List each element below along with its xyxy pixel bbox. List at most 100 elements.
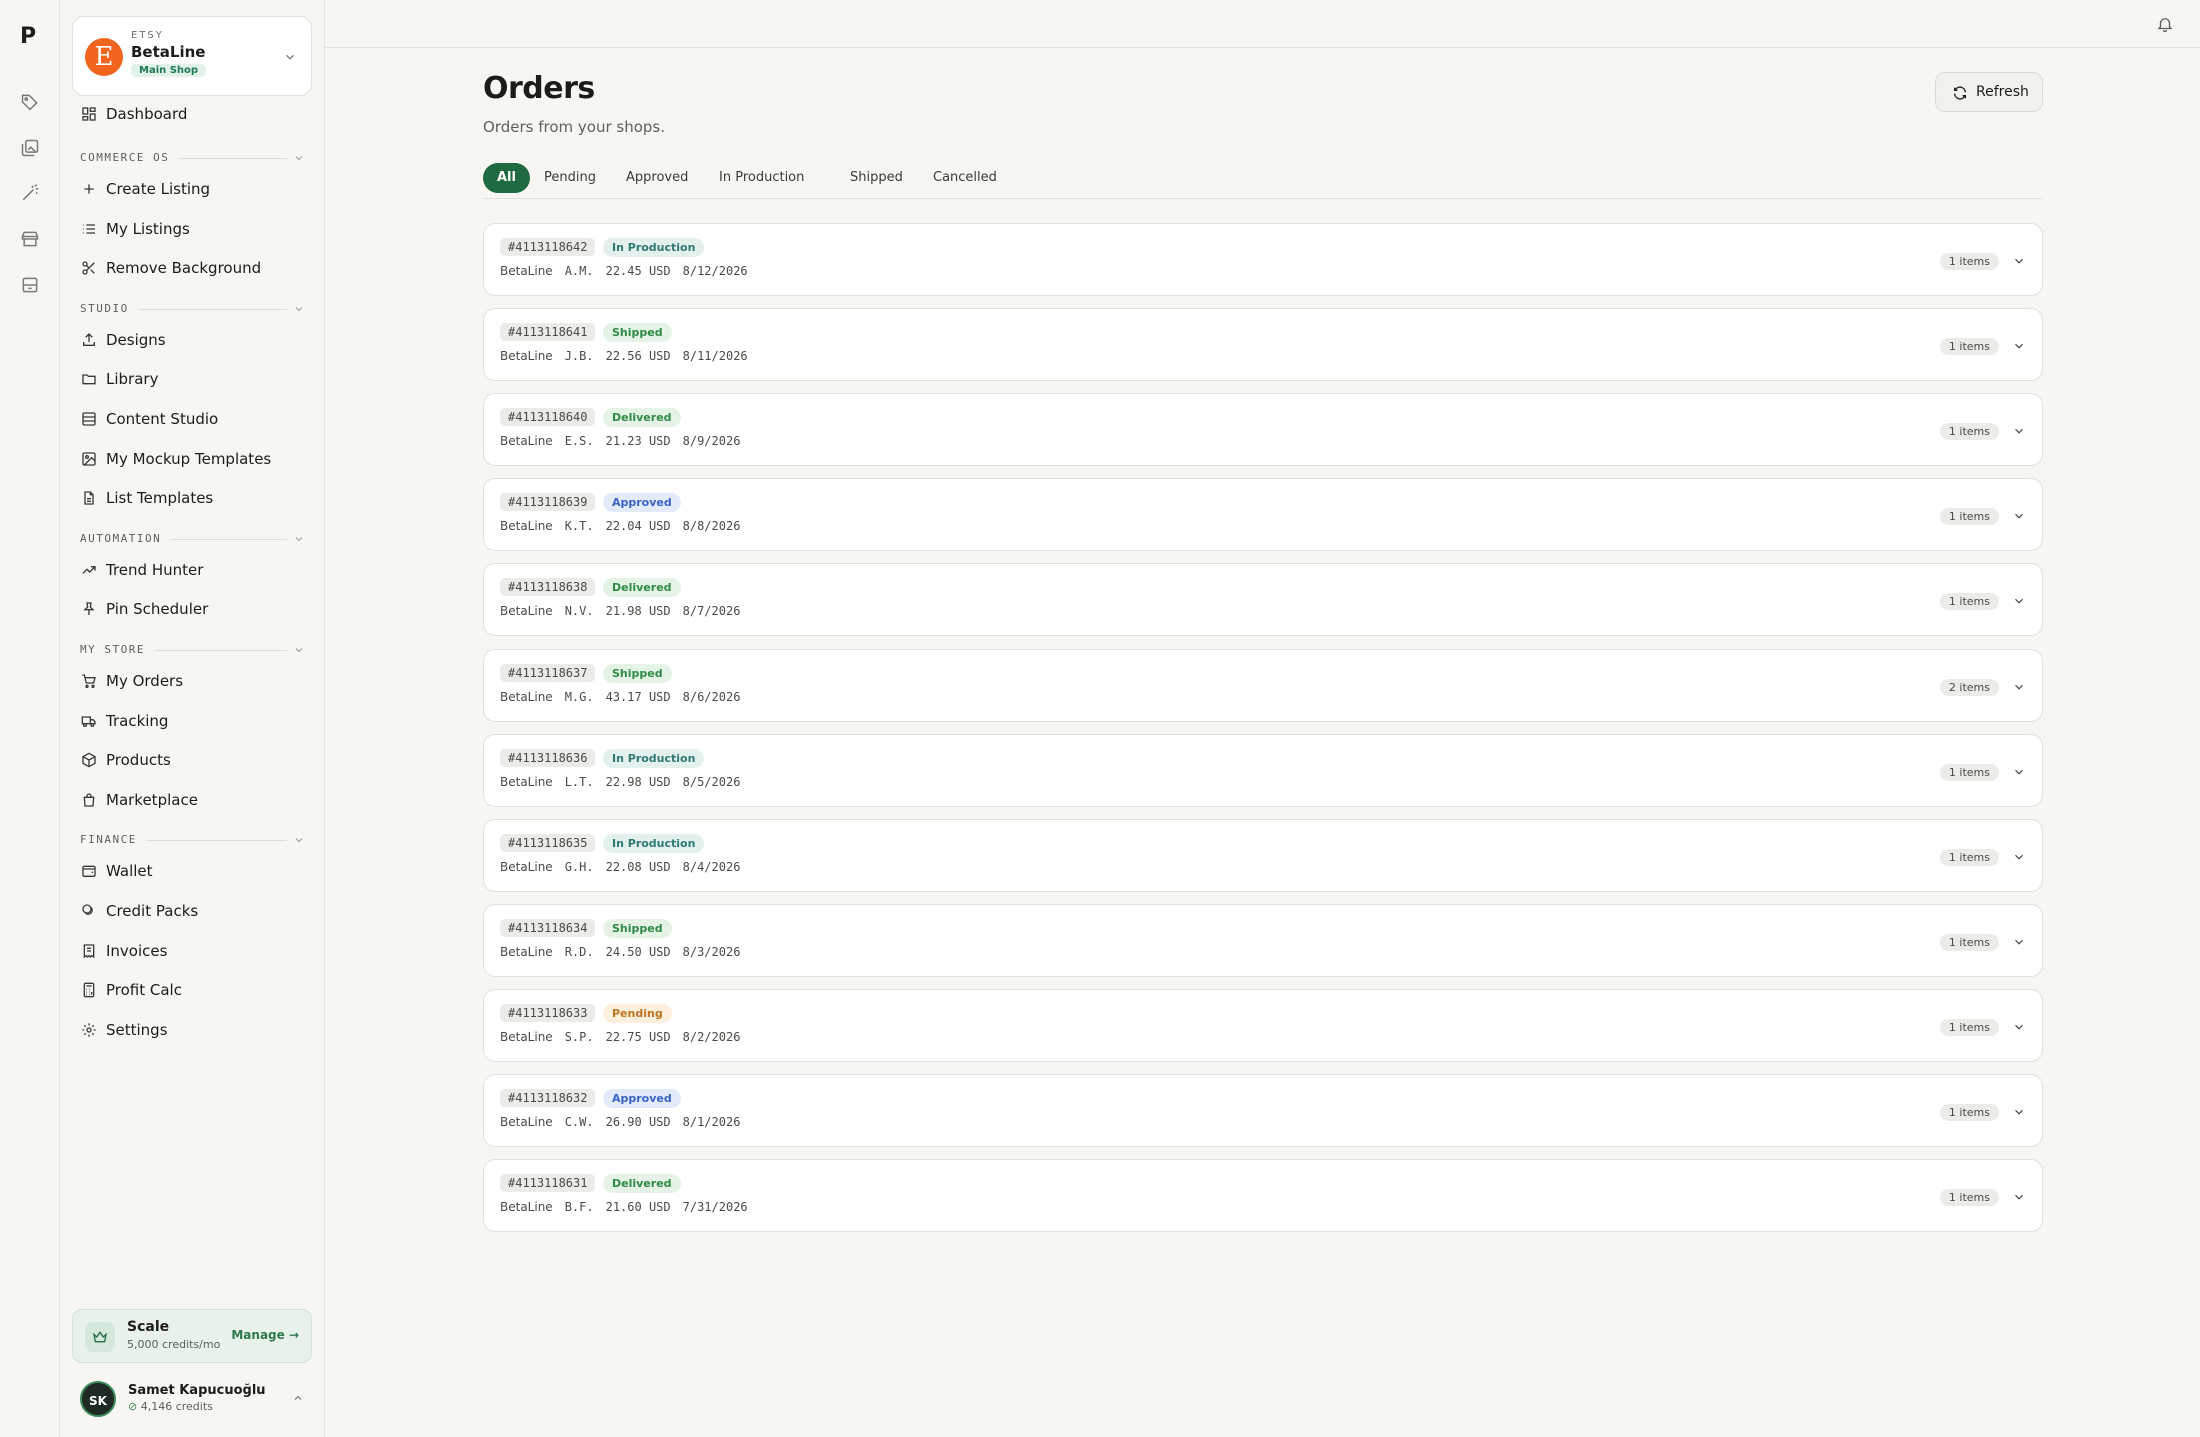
chevron-down-icon[interactable] bbox=[2012, 254, 2026, 268]
store-icon[interactable] bbox=[20, 229, 40, 249]
sidebar-item-list-templates[interactable]: List Templates bbox=[60, 480, 325, 516]
sidebar-item-trend-hunter[interactable]: Trend Hunter bbox=[60, 552, 325, 588]
order-row[interactable]: #4113118633 Pending BetaLine S.P. 22.75 USD 8… bbox=[483, 988, 2043, 1062]
item-count-badge: 1 items bbox=[1939, 763, 1999, 781]
chevron-down-icon[interactable] bbox=[2012, 680, 2026, 694]
order-row[interactable]: #4113118632 Approved BetaLine C.W. 26.90 USD… bbox=[483, 1074, 2043, 1147]
tab-in-production[interactable]: In Production bbox=[705, 163, 818, 193]
chevron-down-icon[interactable] bbox=[2012, 935, 2026, 949]
order-id: #4113118637 bbox=[500, 663, 596, 682]
section-my-store[interactable]: MY STORE bbox=[80, 643, 305, 657]
order-date: 8/9/2026 bbox=[682, 434, 741, 449]
sidebar-item-profit-calc[interactable]: Profit Calc bbox=[60, 972, 325, 1008]
images-icon[interactable] bbox=[20, 138, 40, 158]
order-row[interactable]: #4113118638 Delivered BetaLine N.V. 21.98 US… bbox=[483, 563, 2043, 637]
chevron-down-icon[interactable] bbox=[2012, 594, 2026, 608]
sidebar-item-content-studio[interactable]: Content Studio bbox=[60, 401, 325, 437]
manage-plan-link[interactable]: Manage → bbox=[231, 1328, 299, 1342]
app-logo[interactable]: P bbox=[20, 24, 36, 49]
sidebar-item-tracking[interactable]: Tracking bbox=[60, 703, 325, 739]
order-price: 21.98 USD bbox=[605, 604, 671, 619]
chevron-down-icon[interactable] bbox=[2012, 509, 2026, 523]
list-icon bbox=[81, 221, 97, 237]
sidebar-item-pin-scheduler[interactable]: Pin Scheduler bbox=[60, 591, 325, 627]
order-row[interactable]: #4113118637 Shipped BetaLine M.G. 43.17 USD 8… bbox=[483, 648, 2043, 722]
sidebar-item-credit-packs[interactable]: Credit Packs bbox=[60, 893, 325, 929]
refresh-button[interactable]: Refresh bbox=[1935, 72, 2043, 112]
order-id: #4113118642 bbox=[500, 238, 596, 256]
sidebar-item-my-orders[interactable]: My Orders bbox=[60, 663, 325, 699]
sidebar-item-invoices[interactable]: Invoices bbox=[60, 933, 325, 969]
sidebar-item-mockup-templates[interactable]: My Mockup Templates bbox=[60, 441, 325, 477]
wand-icon[interactable] bbox=[20, 183, 40, 203]
sidebar-item-wallet[interactable]: Wallet bbox=[60, 853, 325, 889]
chevron-down-icon[interactable] bbox=[2012, 765, 2026, 779]
order-row[interactable]: #4113118641 Shipped BetaLine J.B. 22.56 USD 8… bbox=[483, 308, 2043, 382]
coins-icon bbox=[81, 903, 97, 919]
chevron-down-icon[interactable] bbox=[2012, 424, 2026, 438]
chevron-down-icon[interactable] bbox=[2012, 850, 2026, 864]
order-customer: N.V. bbox=[564, 604, 594, 619]
shop-switcher[interactable]: E ETSY BetaLine Main Shop bbox=[72, 16, 312, 96]
sidebar-item-label: Wallet bbox=[106, 862, 153, 880]
tag-icon[interactable] bbox=[20, 92, 40, 112]
order-row[interactable]: #4113118636 In Production BetaLine L.T. 22.9… bbox=[483, 733, 2043, 807]
section-finance[interactable]: FINANCE bbox=[80, 833, 305, 847]
sidebar-item-create-listing[interactable]: Create Listing bbox=[60, 171, 325, 207]
order-meta: BetaLine M.G. 43.17 USD 8/6/2026 bbox=[500, 690, 752, 704]
sidebar-item-label: Content Studio bbox=[106, 410, 219, 428]
order-customer: C.W. bbox=[564, 1115, 594, 1129]
dashboard-icon bbox=[81, 106, 97, 122]
order-row[interactable]: #4113118631 Delivered BetaLine B.F. 21.60 US… bbox=[483, 1159, 2043, 1233]
order-row[interactable]: #4113118635 In Production BetaLine G.H. 22.0… bbox=[483, 818, 2043, 892]
order-row[interactable]: #4113118639 Approved BetaLine K.T. 22.04 USD… bbox=[483, 478, 2043, 552]
sidebar-item-designs[interactable]: Designs bbox=[60, 322, 325, 358]
user-menu[interactable]: SK Samet Kapucuoğlu ⊘ 4,146 credits bbox=[72, 1377, 312, 1421]
chevron-down-icon[interactable] bbox=[2012, 1020, 2026, 1034]
chevron-down-icon[interactable] bbox=[2012, 1190, 2026, 1204]
user-name: Samet Kapucuoğlu bbox=[128, 1383, 266, 1398]
chevron-down-icon[interactable] bbox=[2012, 339, 2026, 353]
section-studio[interactable]: STUDIO bbox=[80, 302, 305, 316]
order-row[interactable]: #4113118640 Delivered BetaLine E.S. 21.23 US… bbox=[483, 393, 2043, 467]
order-row[interactable]: #4113118642 In Production BetaLine A.M. 22.4… bbox=[483, 223, 2043, 296]
item-count-badge: 1 items bbox=[1939, 593, 1999, 611]
section-title: COMMERCE OS bbox=[80, 151, 180, 164]
tab-pending[interactable]: Pending bbox=[530, 163, 610, 193]
order-shop: BetaLine bbox=[500, 944, 553, 959]
sidebar-item-dashboard[interactable]: Dashboard bbox=[60, 96, 325, 132]
tab-approved[interactable]: Approved bbox=[612, 163, 702, 193]
sidebar-item-marketplace[interactable]: Marketplace bbox=[60, 782, 325, 818]
sidebar-item-products[interactable]: Products bbox=[60, 742, 325, 778]
box-icon bbox=[81, 752, 97, 768]
receipt-icon bbox=[81, 943, 97, 959]
bell-icon[interactable] bbox=[2156, 15, 2174, 33]
order-meta: BetaLine J.B. 22.56 USD 8/11/2026 bbox=[500, 349, 760, 363]
section-commerce-os[interactable]: COMMERCE OS bbox=[80, 151, 305, 165]
sidebar-item-library[interactable]: Library bbox=[60, 361, 325, 397]
archive-icon[interactable] bbox=[20, 275, 40, 295]
order-price: 22.56 USD bbox=[605, 349, 671, 364]
order-customer: S.P. bbox=[564, 1029, 594, 1044]
chevron-down-icon[interactable] bbox=[2012, 1105, 2026, 1119]
status-badge: Approved bbox=[603, 1089, 681, 1108]
order-price: 26.90 USD bbox=[605, 1115, 671, 1129]
sidebar-item-label: My Orders bbox=[106, 672, 184, 690]
sidebar-item-remove-background[interactable]: Remove Background bbox=[60, 250, 325, 286]
item-count-badge: 1 items bbox=[1939, 933, 1999, 951]
sidebar: E ETSY BetaLine Main Shop Dashboard COMM… bbox=[60, 0, 325, 1437]
tab-cancelled[interactable]: Cancelled bbox=[919, 163, 1011, 193]
item-count-badge: 2 items bbox=[1939, 678, 1999, 696]
section-automation[interactable]: AUTOMATION bbox=[80, 532, 305, 546]
scissors-icon bbox=[81, 260, 97, 276]
tab-shipped[interactable]: Shipped bbox=[836, 163, 917, 193]
tab-all[interactable]: All bbox=[483, 163, 530, 193]
order-row[interactable]: #4113118634 Shipped BetaLine R.D. 24.50 USD 8… bbox=[483, 903, 2043, 977]
shop-platform: ETSY bbox=[131, 30, 164, 41]
order-shop: BetaLine bbox=[500, 604, 553, 619]
order-id: #4113118636 bbox=[500, 748, 596, 767]
sidebar-item-settings[interactable]: Settings bbox=[60, 1012, 325, 1048]
chevron-down-icon bbox=[293, 533, 305, 545]
status-badge: Approved bbox=[603, 493, 681, 513]
sidebar-item-my-listings[interactable]: My Listings bbox=[60, 211, 325, 247]
